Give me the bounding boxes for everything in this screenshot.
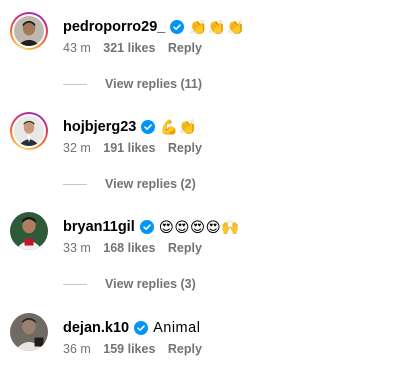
comment-item: dejan.k10 Animal 36 m 159 likes Reply: [10, 313, 400, 373]
verified-badge-icon: [134, 321, 149, 335]
comment-time: 43 m: [63, 41, 91, 55]
view-replies-button[interactable]: View replies (11): [63, 77, 202, 91]
reply-button[interactable]: Reply: [168, 241, 202, 255]
avatar[interactable]: [10, 313, 48, 351]
comment-time: 36 m: [63, 342, 91, 356]
view-replies-button[interactable]: View replies (3): [63, 277, 196, 291]
username[interactable]: pedroporro29_: [63, 19, 165, 35]
divider-line: [63, 83, 87, 85]
avatar[interactable]: [10, 12, 48, 50]
view-replies-label: View replies (11): [105, 77, 203, 91]
comment-item: bryan11gil 😍😍😍😍🙌 33 m 168 likes Reply: [10, 212, 400, 272]
username[interactable]: hojbjerg23: [63, 119, 136, 135]
comment-item: hojbjerg23 💪👏 32 m 191 likes Reply: [10, 112, 400, 172]
divider-line: [63, 183, 87, 185]
username[interactable]: bryan11gil: [63, 219, 135, 235]
view-replies-label: View replies (3): [105, 277, 196, 291]
likes-count[interactable]: 159 likes: [103, 342, 155, 356]
verified-badge-icon: [139, 220, 154, 234]
reply-button[interactable]: Reply: [168, 41, 202, 55]
verified-badge-icon: [141, 120, 156, 134]
likes-count[interactable]: 168 likes: [103, 241, 155, 255]
view-replies-label: View replies (2): [105, 177, 196, 191]
likes-count[interactable]: 191 likes: [103, 141, 155, 155]
verified-badge-icon: [170, 20, 185, 34]
divider-line: [63, 283, 87, 285]
reply-button[interactable]: Reply: [168, 342, 202, 356]
comment-time: 32 m: [63, 141, 91, 155]
comment-item: pedroporro29_ 👏👏👏 43 m 321 likes Reply: [10, 12, 400, 72]
view-replies-button[interactable]: View replies (2): [63, 177, 196, 191]
reply-button[interactable]: Reply: [168, 141, 202, 155]
comment-text: Animal: [153, 320, 201, 336]
likes-count[interactable]: 321 likes: [103, 41, 155, 55]
comment-text: 💪👏: [160, 119, 198, 136]
username[interactable]: dejan.k10: [63, 320, 129, 336]
comment-time: 33 m: [63, 241, 91, 255]
avatar[interactable]: [10, 212, 48, 250]
comment-text: 👏👏👏: [189, 19, 246, 36]
comment-text: 😍😍😍😍🙌: [158, 219, 240, 236]
avatar[interactable]: [10, 112, 48, 150]
